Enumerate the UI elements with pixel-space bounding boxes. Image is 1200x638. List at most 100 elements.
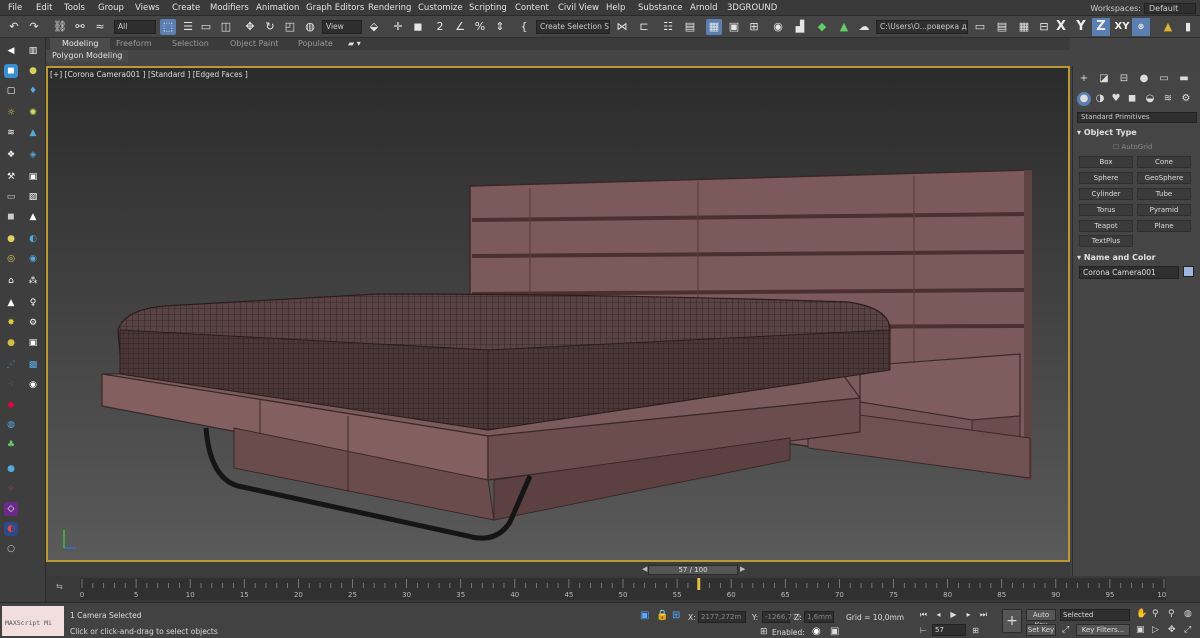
percent-snap-icon[interactable]: % bbox=[472, 19, 488, 35]
create-tab-icon[interactable]: + bbox=[1077, 72, 1091, 86]
material-icon[interactable]: ❖ bbox=[4, 148, 18, 162]
spinner-snap-icon[interactable]: ⇕ bbox=[492, 19, 508, 35]
ribbon-tab-object-paint[interactable]: Object Paint bbox=[230, 39, 278, 48]
cylinder-button[interactable]: Cylinder bbox=[1079, 188, 1133, 200]
menu-views[interactable]: Views bbox=[135, 3, 160, 13]
maximize-viewport-icon[interactable]: ⤢ bbox=[1184, 625, 1191, 635]
gear-icon[interactable]: ⚙ bbox=[26, 316, 40, 330]
object-type-rollout[interactable]: ▾ Object Type bbox=[1077, 128, 1197, 137]
color-dots-icon[interactable]: ⁘ bbox=[4, 482, 18, 496]
zoom-icon[interactable]: ⚲ bbox=[1152, 609, 1159, 619]
create-icon[interactable]: ◀ bbox=[4, 44, 18, 58]
ribbon-toggle-icon[interactable]: ▦ bbox=[706, 19, 722, 35]
mini-curve-editor-icon[interactable]: ⇆ bbox=[56, 582, 63, 591]
ring-light-icon[interactable]: ◎ bbox=[4, 252, 18, 266]
cone-button[interactable]: Cone bbox=[1137, 156, 1191, 168]
torus-button[interactable]: Torus bbox=[1079, 204, 1133, 216]
edit-named-selection-icon[interactable]: { bbox=[516, 19, 532, 35]
menu-civil-view[interactable]: Civil View bbox=[558, 3, 599, 13]
project-path-field[interactable]: C:\Users\О...роверка дз bbox=[876, 20, 968, 34]
geometry-icon[interactable]: ▣ bbox=[26, 170, 40, 184]
rotate-icon[interactable]: ↻ bbox=[262, 19, 278, 35]
eye-icon[interactable]: ◉ bbox=[26, 378, 40, 392]
reflect-icon[interactable]: ◐ bbox=[26, 232, 40, 246]
tree-icon[interactable]: ♣ bbox=[4, 438, 18, 452]
undo-icon[interactable]: ↶ bbox=[6, 19, 22, 35]
reference-coordinate-select[interactable]: View bbox=[322, 20, 362, 34]
curve-editor-icon[interactable]: ▣ bbox=[726, 19, 742, 35]
motion-tab-icon[interactable]: ● bbox=[1137, 72, 1151, 86]
sun-icon[interactable]: ☼ bbox=[4, 106, 18, 120]
menu-graph-editors[interactable]: Graph Editors bbox=[306, 3, 364, 13]
align-icon[interactable]: ⊏ bbox=[636, 19, 652, 35]
select-by-name-icon[interactable]: ☰ bbox=[180, 19, 196, 35]
helpers-category-icon[interactable]: ◒ bbox=[1143, 92, 1157, 106]
lock-selection-icon[interactable]: 🔒 bbox=[656, 610, 668, 621]
blue-red-tool-icon[interactable]: ◐ bbox=[4, 522, 18, 536]
ribbon-tab-modeling[interactable]: Modeling bbox=[50, 38, 111, 50]
purple-tool-icon[interactable]: ◇ bbox=[4, 502, 18, 516]
modify-tab-icon[interactable]: ◪ bbox=[1097, 72, 1111, 86]
shapes-category-icon[interactable]: ◑ bbox=[1093, 92, 1107, 106]
primitive-type-select[interactable]: Standard Primitives bbox=[1077, 112, 1197, 123]
snap-toggle-icon[interactable]: 2 bbox=[432, 19, 448, 35]
menu-edit[interactable]: Edit bbox=[36, 3, 52, 13]
key-mode-icon[interactable]: ⊢ bbox=[918, 625, 929, 636]
cube-icon[interactable]: ◼ bbox=[4, 64, 18, 78]
layer-explorer-icon[interactable]: ▤ bbox=[682, 19, 698, 35]
render-production-icon[interactable]: ▲ bbox=[836, 19, 852, 35]
ribbon-options-icon[interactable]: ▰ ▾ bbox=[348, 39, 361, 48]
window-crossing-icon[interactable]: ◫ bbox=[218, 19, 234, 35]
zoom-all-icon[interactable]: ⚲ bbox=[1168, 609, 1175, 619]
go-to-start-icon[interactable]: ⏮ bbox=[918, 609, 929, 620]
menu-group[interactable]: Group bbox=[98, 3, 124, 13]
hair-icon[interactable]: ≋ bbox=[4, 126, 18, 140]
ribbon-tab-freeform[interactable]: Freeform bbox=[116, 39, 152, 48]
mirror-icon[interactable]: ⋈ bbox=[614, 19, 630, 35]
object-name-input[interactable]: Corona Camera001 bbox=[1079, 266, 1179, 279]
proxy-icon[interactable]: ⚒ bbox=[4, 170, 18, 184]
snap-cube-icon[interactable]: ▲ bbox=[1160, 19, 1176, 35]
menu-3dground[interactable]: 3DGROUND bbox=[727, 3, 777, 13]
set-key-icon[interactable]: + bbox=[1002, 609, 1022, 633]
keyboard-shortcut-icon[interactable]: ◼ bbox=[410, 19, 426, 35]
camera-icon[interactable]: ▢ bbox=[4, 84, 18, 98]
menu-file[interactable]: File bbox=[8, 3, 22, 13]
autogrid-checkbox[interactable]: ☐ AutoGrid bbox=[1113, 143, 1152, 151]
trackbar[interactable]: ⇆ 0 5 10 15 20 25 30 35 40 45 50 55 60 65 70 75 80 85 90 95… bbox=[46, 576, 1200, 602]
geosphere-button[interactable]: GeoSphere bbox=[1137, 172, 1191, 184]
menu-tools[interactable]: Tools bbox=[64, 3, 85, 13]
named-selection-set-select[interactable]: Create Selection Se bbox=[536, 20, 610, 34]
sphere-light-icon[interactable]: ● bbox=[4, 232, 18, 246]
link-icon[interactable]: ⛓ bbox=[52, 19, 68, 35]
shape-icon[interactable]: ◼ bbox=[4, 210, 18, 224]
box-button[interactable]: Box bbox=[1079, 156, 1133, 168]
max-file-icon[interactable]: ▤ bbox=[994, 19, 1010, 35]
angle-snap-icon[interactable]: ∠ bbox=[452, 19, 468, 35]
hat-icon[interactable]: ⌂ bbox=[4, 274, 18, 288]
sky-icon[interactable]: ▲ bbox=[26, 210, 40, 224]
dome-light-icon[interactable]: ● bbox=[4, 336, 18, 350]
pan-icon[interactable]: ✋ bbox=[1136, 609, 1147, 619]
picture-icon[interactable]: ▨ bbox=[26, 190, 40, 204]
y-coord-input[interactable]: -1266,779 bbox=[762, 611, 801, 623]
menu-create[interactable]: Create bbox=[172, 3, 200, 13]
object-color-swatch[interactable] bbox=[1183, 266, 1194, 277]
teapot-icon[interactable]: ♦ bbox=[26, 84, 40, 98]
hierarchy-tab-icon[interactable]: ⊟ bbox=[1117, 72, 1131, 86]
next-frame-icon[interactable]: ▸ bbox=[963, 609, 974, 620]
dots-icon[interactable]: ⁖ bbox=[4, 378, 18, 392]
toolbar-expand-icon[interactable]: ▮ bbox=[1180, 19, 1196, 35]
menu-rendering[interactable]: Rendering bbox=[368, 3, 411, 13]
globe-icon[interactable]: ◍ bbox=[4, 418, 18, 432]
light-icon[interactable]: ● bbox=[26, 64, 40, 78]
menu-modifiers[interactable]: Modifiers bbox=[210, 3, 249, 13]
tube-button[interactable]: Tube bbox=[1137, 188, 1191, 200]
menu-content[interactable]: Content bbox=[515, 3, 549, 13]
ies-light-icon[interactable]: ▲ bbox=[4, 296, 18, 310]
axis-xy-button[interactable]: XY bbox=[1112, 18, 1132, 36]
time-slider[interactable]: 57 / 100 bbox=[648, 565, 738, 575]
display-icon[interactable]: ▩ bbox=[26, 358, 40, 372]
time-config-icon[interactable]: ⊞ bbox=[970, 625, 981, 636]
default-in-out-icon[interactable]: ⤢ bbox=[1062, 625, 1069, 635]
